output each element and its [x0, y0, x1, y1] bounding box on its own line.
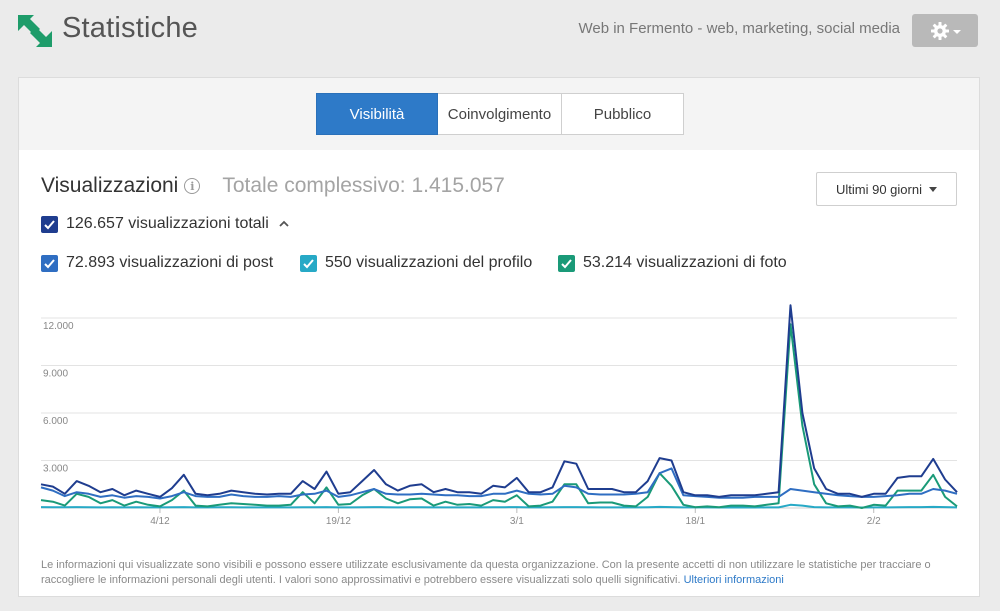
page-title: Statistiche [62, 12, 198, 44]
insights-card: Visibilità Coinvolgimento Pubblico Visua… [18, 77, 980, 597]
x-tick-label: 4/12 [150, 516, 170, 527]
x-tick-label: 2/2 [867, 516, 881, 527]
series-line-2 [40, 503, 958, 509]
privacy-note-text: Le informazioni qui visualizzate sono vi… [41, 559, 931, 586]
x-tick-label: 3/1 [510, 516, 524, 527]
page-name-label: Web in Fermento - web, marketing, social… [578, 20, 900, 37]
more-info-link[interactable]: Ulteriori informazioni [684, 574, 784, 586]
y-tick-label: 6.000 [43, 416, 68, 427]
x-tick-label: 19/12 [326, 516, 351, 527]
y-tick-label: 3.000 [43, 464, 68, 475]
y-tick-label: 12.000 [43, 321, 74, 332]
views-line-chart: 3.000 6.000 9.000 12.000 4/12 19/12 3/1 18/1 2/2 [40, 304, 958, 527]
settings-button[interactable] [912, 14, 978, 47]
top-bar: Statistiche Web in Fermento - web, marke… [0, 0, 1000, 62]
x-tick-label: 18/1 [686, 516, 706, 527]
statistics-logo-icon [18, 15, 52, 47]
gear-icon [930, 21, 949, 40]
y-tick-label: 9.000 [43, 369, 68, 380]
series-line-0 [40, 304, 958, 498]
privacy-note: Le informazioni qui visualizzate sono vi… [41, 558, 961, 588]
chevron-down-icon [952, 29, 961, 34]
